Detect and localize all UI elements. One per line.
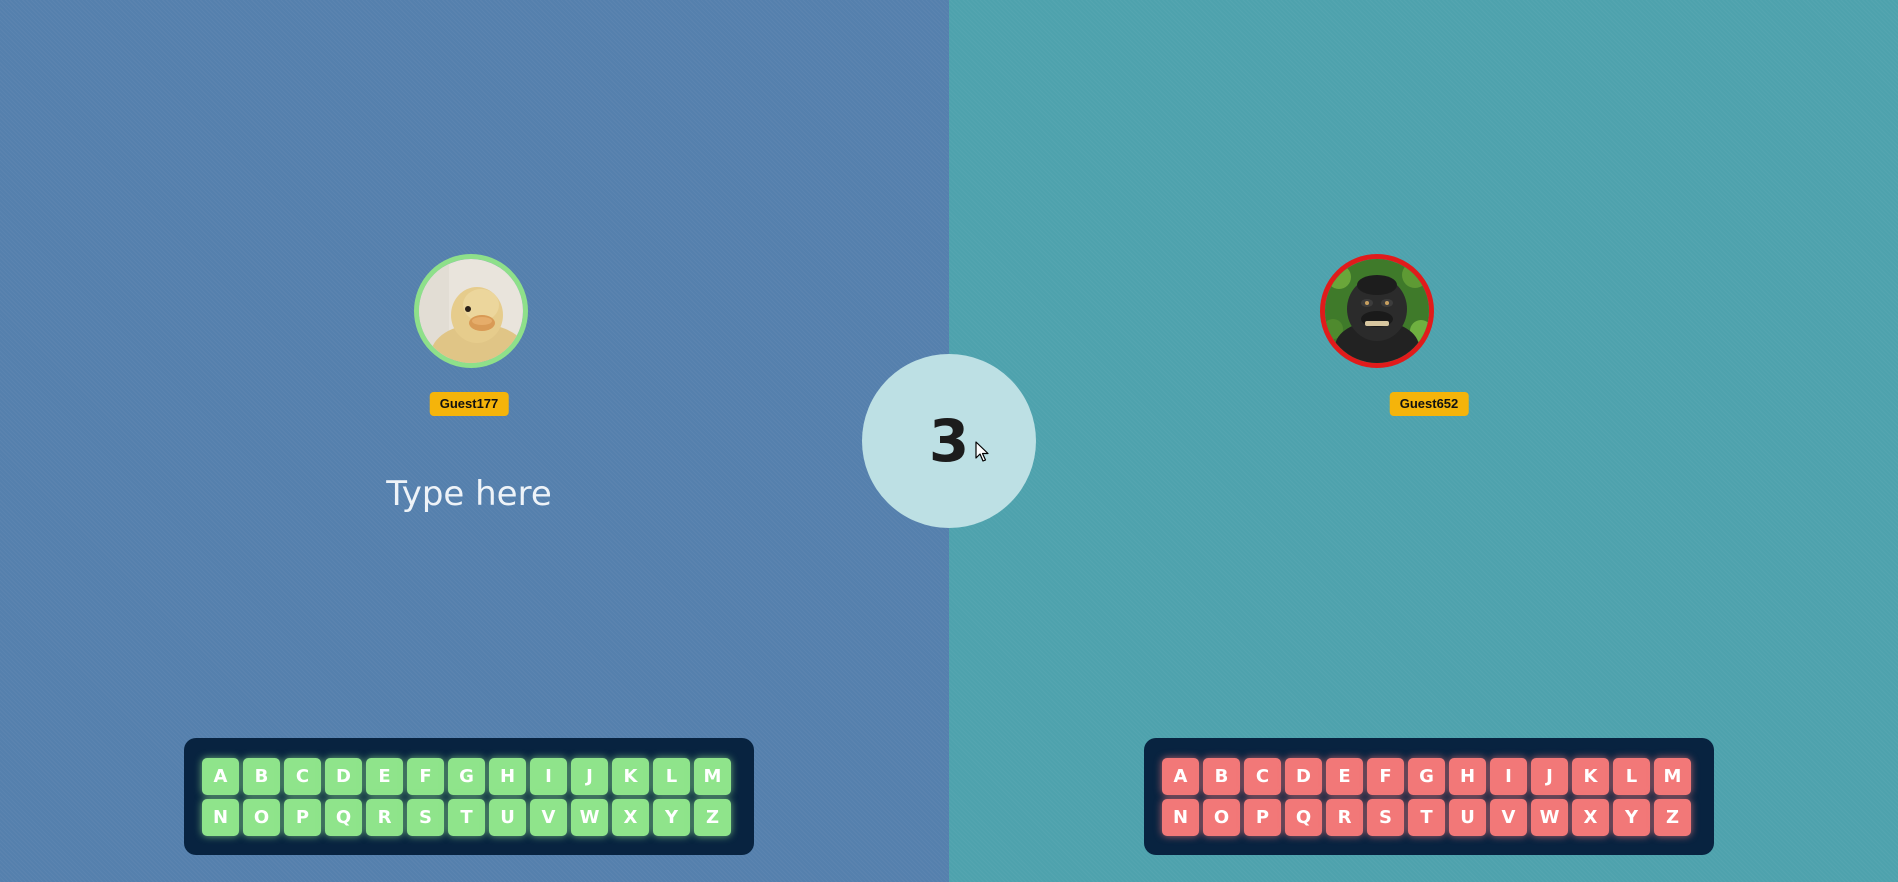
key-u[interactable]: U: [1449, 799, 1486, 836]
key-q[interactable]: Q: [1285, 799, 1322, 836]
key-p[interactable]: P: [1244, 799, 1281, 836]
monkey-selfie-photo: [1325, 259, 1429, 363]
mouse-pointer-icon: [975, 441, 989, 462]
player-left-panel: Guest177 Type here A B C D E F G H I J K…: [0, 0, 949, 882]
key-s[interactable]: S: [1367, 799, 1404, 836]
key-m[interactable]: M: [1654, 758, 1691, 795]
keyboard-row-1: A B C D E F G H I J K L M: [1162, 758, 1696, 795]
key-n[interactable]: N: [202, 799, 239, 836]
key-b[interactable]: B: [243, 758, 280, 795]
key-d[interactable]: D: [1285, 758, 1322, 795]
key-q[interactable]: Q: [325, 799, 362, 836]
key-v[interactable]: V: [1490, 799, 1527, 836]
keyboard-row-1: A B C D E F G H I J K L M: [202, 758, 736, 795]
key-j[interactable]: J: [571, 758, 608, 795]
duckling-photo: [419, 259, 523, 363]
key-g[interactable]: G: [1408, 758, 1445, 795]
key-i[interactable]: I: [530, 758, 567, 795]
key-x[interactable]: X: [612, 799, 649, 836]
key-u[interactable]: U: [489, 799, 526, 836]
key-e[interactable]: E: [1326, 758, 1363, 795]
key-d[interactable]: D: [325, 758, 362, 795]
key-l[interactable]: L: [653, 758, 690, 795]
player-right-name-badge: Guest652: [1389, 392, 1469, 416]
key-t[interactable]: T: [448, 799, 485, 836]
key-t[interactable]: T: [1408, 799, 1445, 836]
key-f[interactable]: F: [407, 758, 444, 795]
key-n[interactable]: N: [1162, 799, 1199, 836]
player-right-keyboard: A B C D E F G H I J K L M N O P Q R S T …: [1144, 738, 1714, 855]
typing-input-placeholder[interactable]: Type here: [386, 474, 552, 514]
key-k[interactable]: K: [1572, 758, 1609, 795]
key-y[interactable]: Y: [653, 799, 690, 836]
key-h[interactable]: H: [489, 758, 526, 795]
player-right-panel: Guest652 A B C D E F G H I J K L M N O P: [949, 0, 1898, 882]
key-c[interactable]: C: [284, 758, 321, 795]
player-left-keyboard: A B C D E F G H I J K L M N O P Q R S T …: [184, 738, 754, 855]
key-k[interactable]: K: [612, 758, 649, 795]
key-v[interactable]: V: [530, 799, 567, 836]
key-s[interactable]: S: [407, 799, 444, 836]
key-b[interactable]: B: [1203, 758, 1240, 795]
key-y[interactable]: Y: [1613, 799, 1650, 836]
key-a[interactable]: A: [202, 758, 239, 795]
player-left-avatar: [414, 254, 528, 368]
key-x[interactable]: X: [1572, 799, 1609, 836]
key-z[interactable]: Z: [694, 799, 731, 836]
key-l[interactable]: L: [1613, 758, 1650, 795]
key-w[interactable]: W: [571, 799, 608, 836]
key-z[interactable]: Z: [1654, 799, 1691, 836]
key-r[interactable]: R: [1326, 799, 1363, 836]
player-right-avatar: [1320, 254, 1434, 368]
keyboard-row-2: N O P Q R S T U V W X Y Z: [202, 799, 736, 836]
key-r[interactable]: R: [366, 799, 403, 836]
key-j[interactable]: J: [1531, 758, 1568, 795]
game-screen: Guest177 Type here A B C D E F G H I J K…: [0, 0, 1898, 882]
key-o[interactable]: O: [243, 799, 280, 836]
key-f[interactable]: F: [1367, 758, 1404, 795]
key-p[interactable]: P: [284, 799, 321, 836]
player-left-name-badge: Guest177: [429, 392, 509, 416]
key-m[interactable]: M: [694, 758, 731, 795]
key-w[interactable]: W: [1531, 799, 1568, 836]
key-g[interactable]: G: [448, 758, 485, 795]
key-o[interactable]: O: [1203, 799, 1240, 836]
key-i[interactable]: I: [1490, 758, 1527, 795]
countdown-timer: 3: [862, 354, 1036, 528]
key-a[interactable]: A: [1162, 758, 1199, 795]
key-h[interactable]: H: [1449, 758, 1486, 795]
key-c[interactable]: C: [1244, 758, 1281, 795]
keyboard-row-2: N O P Q R S T U V W X Y Z: [1162, 799, 1696, 836]
key-e[interactable]: E: [366, 758, 403, 795]
